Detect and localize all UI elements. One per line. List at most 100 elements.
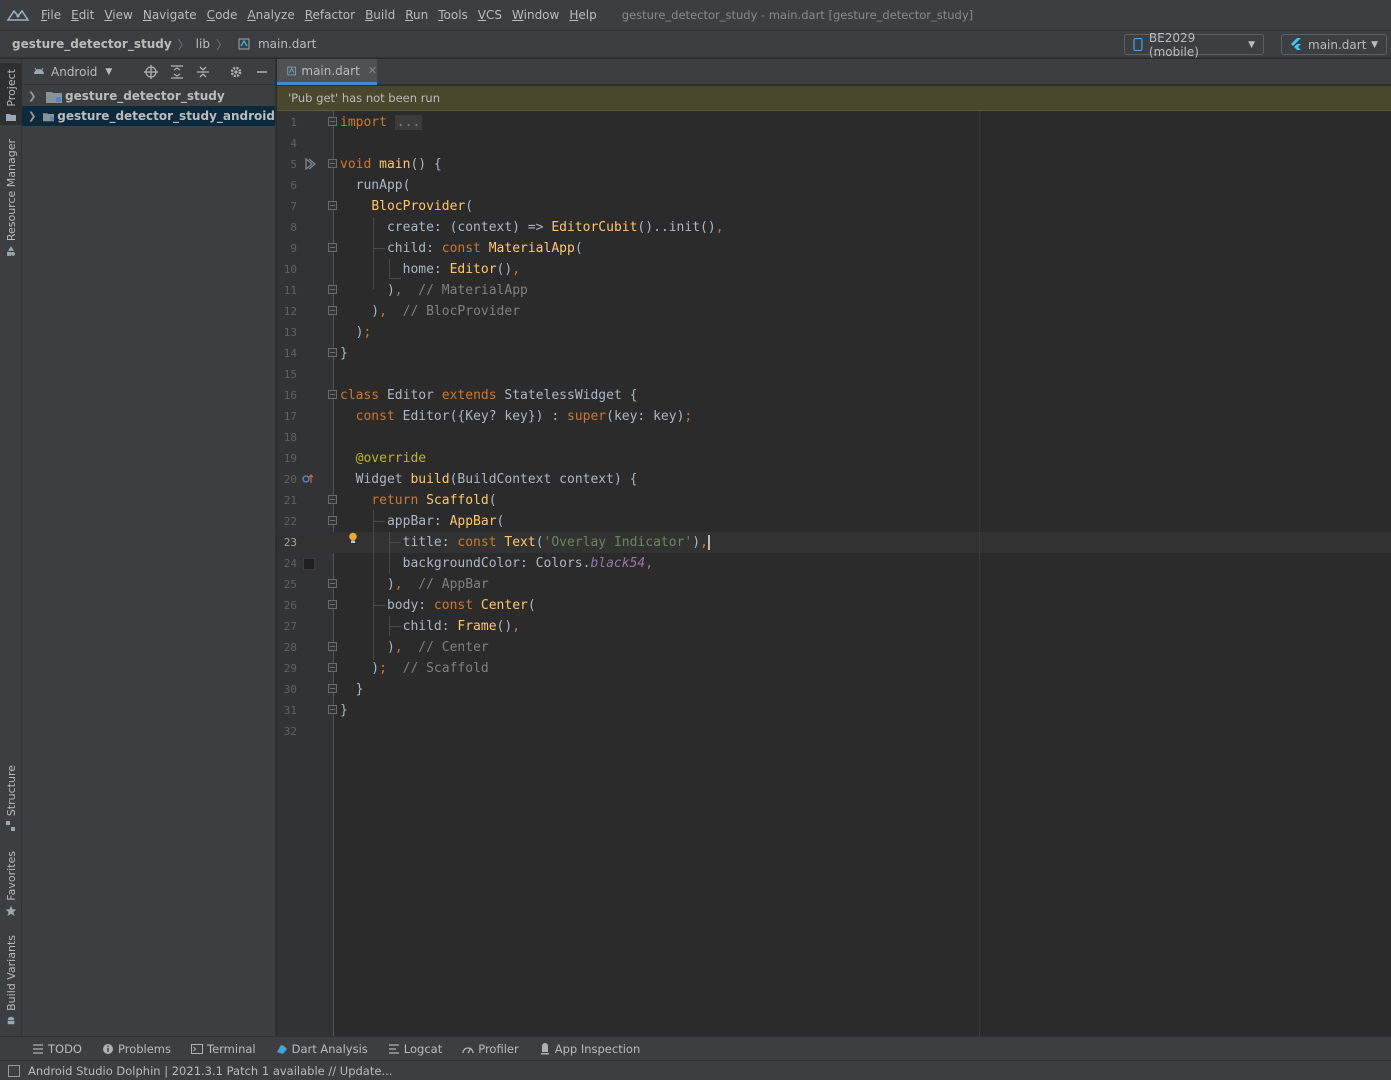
code-line: body: const Center(	[340, 598, 536, 613]
fold-toggle[interactable]: −	[328, 579, 337, 588]
breadcrumb-folder[interactable]: lib	[192, 37, 214, 51]
project-view-selector[interactable]: Android ▼	[32, 65, 112, 79]
color-swatch-icon[interactable]	[303, 558, 315, 570]
menu-vcs[interactable]: VCS	[473, 0, 507, 30]
tool-tab-build-variants[interactable]: Build Variants	[0, 935, 22, 1025]
fold-toggle[interactable]: −	[328, 348, 337, 357]
info-icon	[102, 1043, 113, 1054]
fold-toggle[interactable]: −	[328, 306, 337, 315]
menu-help[interactable]: Help	[564, 0, 601, 30]
tool-terminal[interactable]: Terminal	[191, 1042, 256, 1056]
menu-bar: File Edit View Navigate Code Analyze Ref…	[0, 0, 1391, 30]
fold-toggle[interactable]: −	[328, 159, 337, 168]
code-line: class Editor extends StatelessWidget {	[340, 388, 638, 403]
collapse-all-icon[interactable]	[196, 65, 210, 79]
line-number: 4	[290, 137, 297, 150]
status-message[interactable]: Android Studio Dolphin | 2021.3.1 Patch …	[28, 1064, 392, 1078]
menu-view[interactable]: View	[99, 0, 137, 30]
fold-toggle[interactable]: −	[328, 663, 337, 672]
breadcrumb-project[interactable]: gesture_detector_study	[0, 37, 176, 51]
breadcrumb-file[interactable]: main.dart	[254, 37, 320, 51]
chevron-right-icon[interactable]: ❯	[28, 111, 37, 122]
app-inspection-icon	[540, 1042, 549, 1054]
tool-problems[interactable]: Problems	[102, 1042, 171, 1056]
expand-all-icon[interactable]	[170, 65, 184, 79]
menu-refactor[interactable]: Refactor	[300, 0, 360, 30]
run-config-selector[interactable]: main.dart ▼	[1281, 34, 1387, 55]
menu-edit[interactable]: Edit	[66, 0, 99, 30]
tool-tab-project[interactable]: Project	[0, 63, 22, 125]
tool-profiler[interactable]: Profiler	[462, 1042, 519, 1056]
fold-toggle[interactable]: −	[328, 390, 337, 399]
fold-toggle[interactable]: −	[328, 642, 337, 651]
line-number: 14	[283, 347, 297, 360]
fold-toggle[interactable]: −	[328, 117, 337, 126]
android-studio-logo-icon	[6, 9, 30, 21]
line-number: 18	[283, 431, 297, 444]
tab-main-dart[interactable]: main.dart ✕	[277, 59, 377, 85]
left-tool-strip: Project Resource Manager Structure Favor…	[0, 59, 22, 1036]
fold-toggle[interactable]: −	[328, 705, 337, 714]
tree-item-gesture-detector-study-android[interactable]: ❯ gesture_detector_study_android	[22, 106, 275, 126]
line-number: 8	[290, 221, 297, 234]
fold-toggle[interactable]: −	[328, 495, 337, 504]
tool-dart-analysis[interactable]: Dart Analysis	[276, 1042, 368, 1056]
tool-label: Dart Analysis	[291, 1041, 368, 1056]
code-line: home: Editor(),	[340, 262, 521, 277]
code-line: create: (context) => EditorCubit()..init…	[340, 220, 724, 235]
line-number: 31	[283, 704, 297, 717]
run-icon[interactable]	[304, 158, 316, 170]
menu-window[interactable]: Window	[507, 0, 564, 30]
module-folder-icon	[46, 91, 62, 103]
folder-icon	[6, 113, 16, 121]
chevron-right-icon[interactable]: ❯	[28, 91, 40, 102]
line-number: 30	[283, 683, 297, 696]
tool-tab-structure-label: Structure	[4, 765, 18, 817]
chevron-down-icon: ▼	[1371, 39, 1378, 50]
fold-toggle[interactable]: −	[328, 243, 337, 252]
line-number: 22	[283, 515, 297, 528]
gear-icon[interactable]	[229, 65, 243, 79]
tool-tab-favorites[interactable]: Favorites	[0, 851, 22, 919]
minimize-icon[interactable]	[255, 65, 269, 79]
device-selector[interactable]: BE2029 (mobile) ▼	[1124, 31, 1264, 59]
line-number: 17	[283, 410, 297, 423]
tree-item-gesture-detector-study[interactable]: ❯ gesture_detector_study	[22, 86, 275, 106]
flutter-icon	[1291, 38, 1301, 50]
tool-todo[interactable]: TODO	[32, 1042, 82, 1056]
menu-run[interactable]: Run	[400, 0, 433, 30]
menu-build[interactable]: Build	[360, 0, 400, 30]
breadcrumb-separator: 〉	[177, 37, 190, 52]
tool-logcat[interactable]: Logcat	[388, 1042, 442, 1056]
menu-navigate[interactable]: Navigate	[138, 0, 202, 30]
fold-toggle[interactable]: −	[328, 684, 337, 693]
menu-file[interactable]: File	[36, 0, 66, 30]
locate-target-icon[interactable]	[144, 65, 158, 79]
toggle-tool-windows-icon[interactable]	[8, 1064, 20, 1077]
line-number: 13	[283, 326, 297, 339]
menu-code[interactable]: Code	[202, 0, 243, 30]
menu-tools[interactable]: Tools	[433, 0, 473, 30]
tool-label: Logcat	[403, 1041, 443, 1056]
dart-analysis-icon	[276, 1044, 287, 1054]
device-name: BE2029 (mobile)	[1148, 30, 1199, 59]
tool-app-inspection[interactable]: App Inspection	[539, 1042, 640, 1056]
tool-tab-resource-manager[interactable]: Resource Manager	[0, 139, 22, 257]
close-icon[interactable]: ✕	[368, 64, 377, 77]
fold-toggle[interactable]: −	[328, 516, 337, 525]
todo-list-icon	[33, 1043, 43, 1054]
fold-toggle[interactable]: −	[328, 285, 337, 294]
code-line: }	[340, 703, 348, 718]
code-line: ), // Center	[340, 640, 489, 655]
fold-toggle[interactable]: −	[328, 201, 337, 210]
tool-label: TODO	[48, 1041, 82, 1056]
override-icon[interactable]	[302, 473, 314, 485]
window-title: gesture_detector_study - main.dart [gest…	[621, 8, 974, 22]
menu-analyze[interactable]: Analyze	[242, 0, 299, 30]
code-line: backgroundColor: Colors.black54,	[340, 556, 654, 571]
line-number: 9	[290, 242, 297, 255]
structure-icon	[6, 821, 15, 832]
tool-tab-structure[interactable]: Structure	[0, 765, 22, 833]
fold-toggle[interactable]: −	[328, 600, 337, 609]
tool-window-bar: TODO Problems Terminal Dart Analysis Log…	[0, 1036, 1391, 1060]
